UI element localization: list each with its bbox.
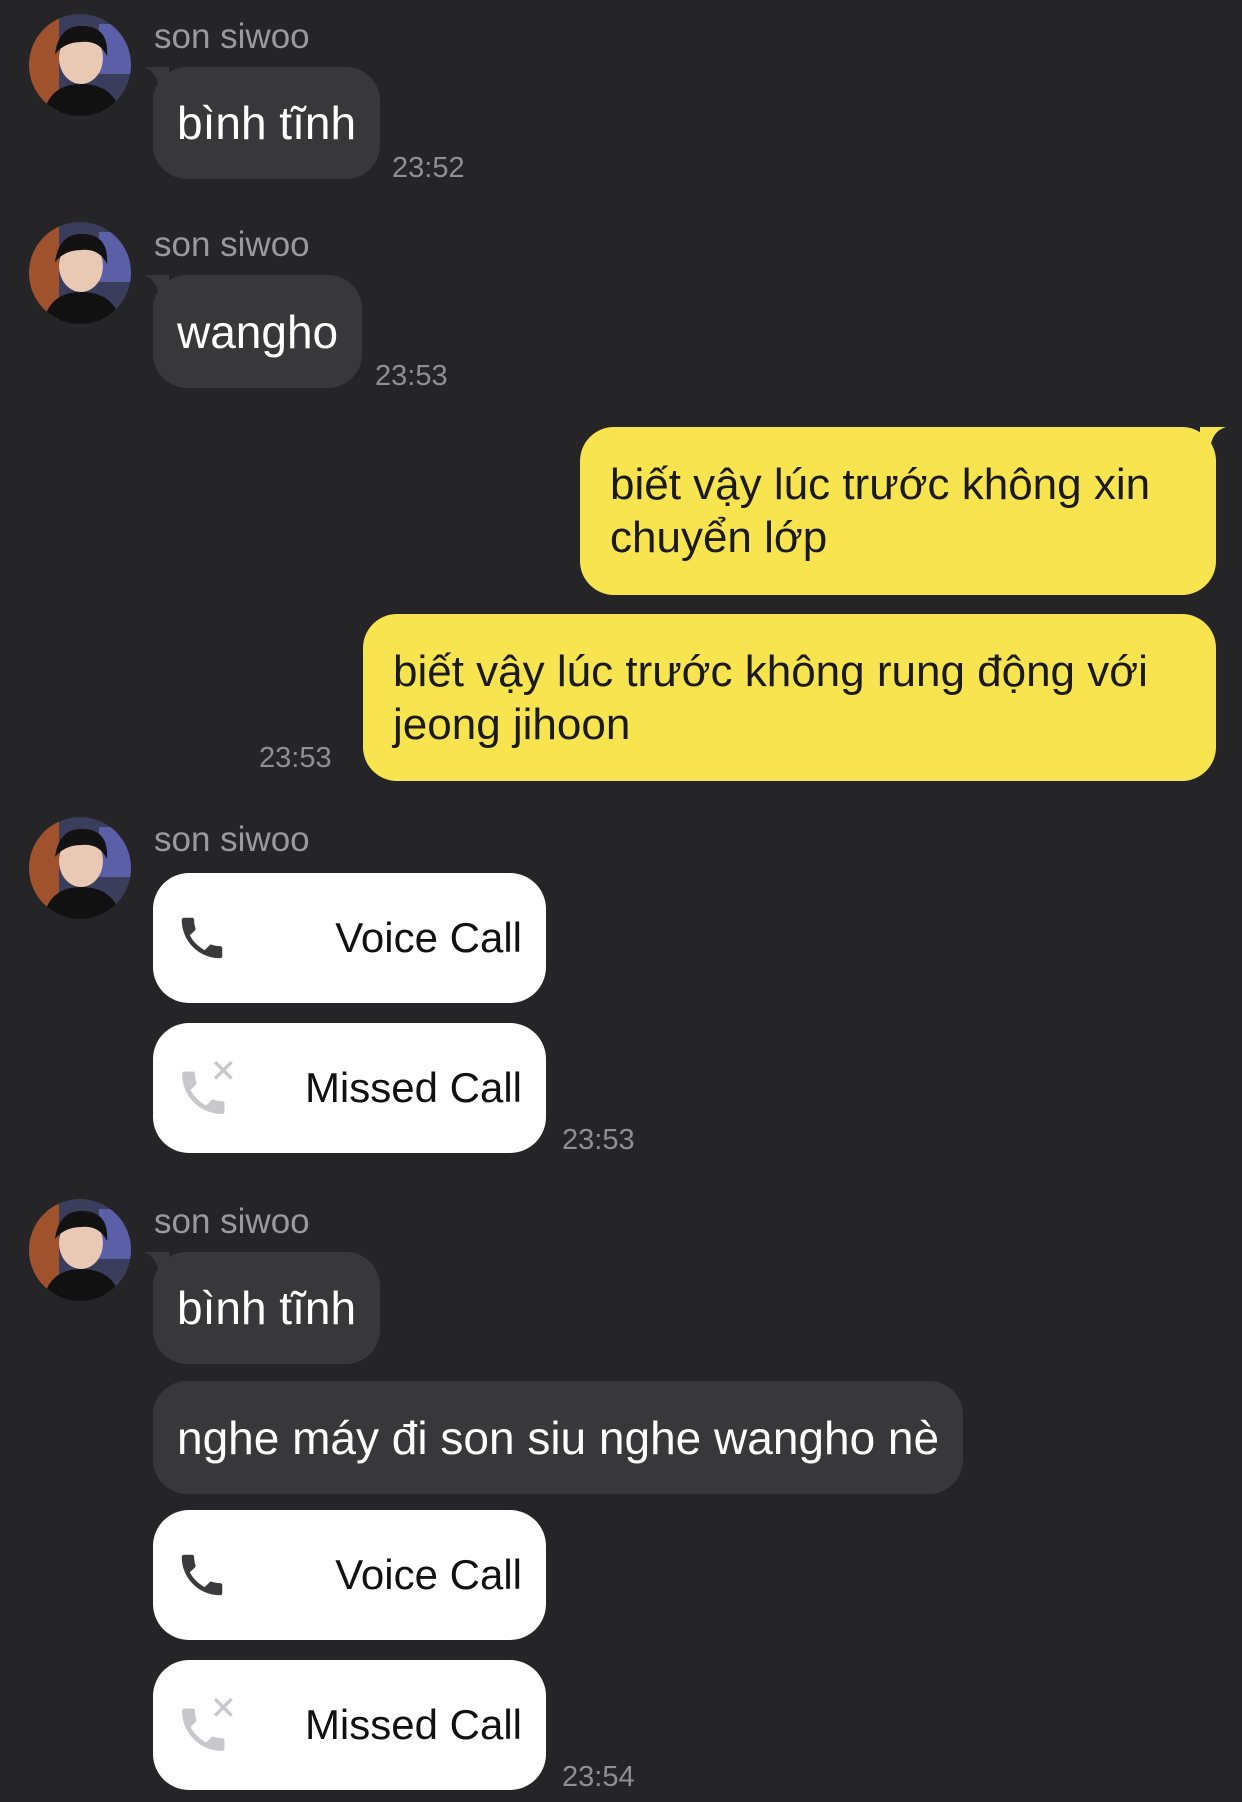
avatar-photo <box>29 222 131 324</box>
call-label: Voice Call <box>335 914 522 961</box>
bubble-tail <box>1200 427 1226 449</box>
sender-name: son siwoo <box>154 17 310 56</box>
message-text: nghe máy đi son siu nghe wangho nè <box>177 1411 940 1464</box>
message-line: biết vậy lúc trước không rung động với <box>393 646 1148 696</box>
sender-name: son siwoo <box>154 225 310 264</box>
missed-call-bubble[interactable]: Missed Call <box>153 1023 546 1153</box>
message-bubble[interactable]: bình tĩnh <box>143 67 381 179</box>
message-text: bình tĩnh <box>177 97 357 149</box>
message-text: wangho <box>177 305 339 358</box>
call-label: Voice Call <box>335 1551 522 1598</box>
avatar-photo <box>29 817 131 919</box>
phone-icon <box>181 917 223 959</box>
message-line: biết vậy lúc trước không xin <box>610 460 1151 509</box>
message-line: chuyển lớp <box>610 513 828 562</box>
phone-icon <box>181 1554 223 1596</box>
message-time: 23:54 <box>562 1761 635 1793</box>
bubble-tail <box>143 1252 169 1274</box>
message-time: 23:53 <box>259 742 332 774</box>
message-bubble[interactable]: nghe máy đi son siu nghe wangho nè <box>153 1381 964 1494</box>
message-time: 23:53 <box>562 1124 635 1156</box>
missed-call-icon <box>182 1697 233 1751</box>
bubble-tail <box>143 67 169 89</box>
outgoing-message-bubble[interactable]: biết vậy lúc trước không rung động với j… <box>363 614 1216 781</box>
voice-call-bubble[interactable]: Voice Call <box>153 873 546 1003</box>
message-time: 23:52 <box>392 152 465 184</box>
message-bubble[interactable]: bình tĩnh <box>143 1252 381 1364</box>
avatar[interactable] <box>29 222 131 324</box>
avatar[interactable] <box>29 14 131 116</box>
avatar[interactable] <box>29 1199 131 1301</box>
message-time: 23:53 <box>375 360 448 392</box>
message-line: jeong jihoon <box>393 699 631 749</box>
message-text: biết vậy lúc trước không rung động với j… <box>393 645 1148 751</box>
missed-call-icon <box>182 1060 233 1114</box>
sender-name: son siwoo <box>154 1202 310 1241</box>
bubble-tail <box>143 275 169 297</box>
avatar-photo <box>29 14 131 116</box>
voice-call-bubble[interactable]: Voice Call <box>153 1510 546 1640</box>
message-text: biết vậy lúc trước không xin chuyển lớp <box>610 458 1150 564</box>
sender-name: son siwoo <box>154 820 310 859</box>
avatar-photo <box>29 1199 131 1301</box>
call-label: Missed Call <box>304 1701 522 1748</box>
message-bubble[interactable]: wangho <box>143 275 363 388</box>
message-text: bình tĩnh <box>177 1282 357 1334</box>
missed-call-bubble[interactable]: Missed Call <box>153 1660 546 1790</box>
outgoing-message-bubble[interactable]: biết vậy lúc trước không xin chuyển lớp <box>580 427 1226 595</box>
call-label: Missed Call <box>304 1064 522 1111</box>
avatar[interactable] <box>29 817 131 919</box>
